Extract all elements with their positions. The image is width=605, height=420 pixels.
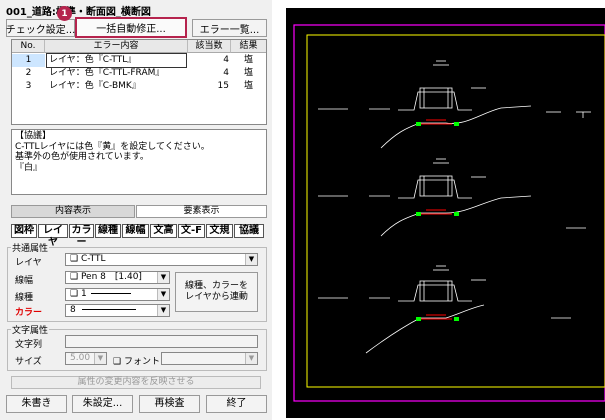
tab-content-view[interactable]: 内容表示	[11, 205, 135, 218]
description-line: C-TTLレイヤには色『黄』を設定してください。	[15, 141, 210, 152]
apply-attribute-changes-button[interactable]: 属性の変更内容を反映させる	[11, 376, 261, 389]
cross-section-1	[318, 60, 591, 149]
text-size-select[interactable]: 5.00 ▼	[65, 352, 107, 365]
annotate-button[interactable]: 朱書き	[6, 395, 67, 413]
tab-element-view[interactable]: 要素表示	[136, 205, 267, 218]
font-swatch: ❑	[113, 357, 124, 367]
error-table: No. エラー内容 該当数 結果 1 レイヤ：色『C-TTL』 4 塩 2 レイ…	[11, 39, 267, 125]
drawing-view	[272, 0, 605, 420]
category-layer[interactable]: レイヤ	[38, 224, 68, 248]
recheck-button[interactable]: 再検査	[139, 395, 200, 413]
description-line: 『白』	[15, 162, 43, 173]
row-no: 2	[25, 68, 32, 78]
row-content: レイヤ：色『C-TTL-FRAM』	[49, 68, 165, 78]
chevron-down-icon: ▼	[157, 305, 169, 316]
chevron-down-icon: ▼	[245, 353, 257, 364]
row-content: レイヤ：色『C-BMK』	[49, 81, 141, 91]
chevron-down-icon: ▼	[157, 272, 169, 283]
font-label: ❑ フォント	[113, 357, 160, 367]
inner-frame	[306, 34, 605, 388]
col-header-count: 該当数	[188, 40, 231, 53]
category-color[interactable]: カラー	[69, 224, 94, 248]
row-count: 15	[217, 81, 229, 91]
chevron-down-icon: ▼	[157, 289, 169, 300]
text-attributes-label: 文字属性	[11, 323, 50, 336]
error-list-button[interactable]: エラー一覧...	[192, 19, 267, 37]
font-select[interactable]: ▼	[161, 352, 258, 365]
check-settings-button[interactable]: チェック設定...	[6, 19, 75, 37]
col-header-content: エラー内容	[45, 40, 188, 53]
description-heading: 【協議】	[15, 131, 52, 141]
row-result: 塩	[243, 68, 253, 78]
category-text-height[interactable]: 文高	[150, 224, 177, 238]
type-select[interactable]: ❑ 1 ▼	[65, 288, 170, 301]
annotation-settings-button[interactable]: 朱設定...	[72, 395, 133, 413]
row-content: レイヤ：色『C-TTL』	[46, 53, 187, 68]
row-result: 塩	[243, 55, 253, 65]
cross-section-drawing	[293, 24, 605, 402]
error-description: 【協議】 C-TTLレイヤには色『黄』を設定してください。 基準外の色が使用され…	[11, 129, 267, 195]
category-consultation[interactable]: 協議	[234, 224, 264, 238]
auto-fix-button[interactable]: 一括自動修正...	[75, 17, 187, 38]
link-from-layer-button[interactable]: 線種、カラーを レイヤから連動	[175, 272, 258, 312]
row-count: 4	[223, 55, 229, 65]
error-check-panel: 001_道路:標準・断面図_横断図 チェック設定... 一括自動修正... 1 …	[0, 0, 272, 420]
text-string-label: 文字列	[15, 340, 43, 350]
panel-title: 001_道路:標準・断面図_横断図	[6, 7, 151, 18]
row-no: 3	[25, 81, 32, 91]
category-line-width[interactable]: 線幅	[122, 224, 149, 238]
text-string-input[interactable]	[65, 335, 258, 348]
chevron-down-icon: ▼	[245, 254, 257, 265]
layer-select[interactable]: ❑ C-TTL ▼	[65, 253, 258, 266]
width-label: 線幅	[15, 276, 34, 286]
col-header-no: No.	[12, 40, 45, 53]
description-line: 基準外の色が使用されています。	[15, 152, 149, 162]
cross-section-2	[318, 158, 586, 237]
type-swatch: ❑	[70, 289, 81, 299]
layer-swatch: ❑	[70, 254, 81, 264]
exit-button[interactable]: 終了	[206, 395, 267, 413]
chevron-down-icon: ▼	[94, 353, 106, 364]
category-frame[interactable]: 図枠	[11, 224, 37, 238]
row-no: 1	[12, 54, 45, 67]
category-text-rule[interactable]: 文規	[206, 224, 233, 238]
common-attributes-label: 共通属性	[11, 241, 50, 254]
row-count: 4	[223, 68, 229, 78]
width-swatch: ❑	[70, 272, 81, 282]
width-select[interactable]: ❑ Pen 8 [1.40] ▼	[65, 271, 170, 284]
category-line-type[interactable]: 線種	[95, 224, 121, 238]
cross-section-3	[318, 265, 571, 354]
row-result: 塩	[243, 81, 253, 91]
step-badge: 1	[57, 6, 72, 21]
category-text-font[interactable]: 文-F	[178, 224, 205, 238]
color-select[interactable]: 8 ▼	[65, 304, 170, 317]
color-label: カラー	[15, 308, 43, 318]
text-size-label: サイズ	[15, 357, 42, 367]
cad-canvas[interactable]	[286, 8, 605, 418]
layer-label: レイヤ	[15, 258, 42, 268]
type-label: 線種	[15, 293, 34, 303]
col-header-result: 結果	[231, 40, 266, 53]
